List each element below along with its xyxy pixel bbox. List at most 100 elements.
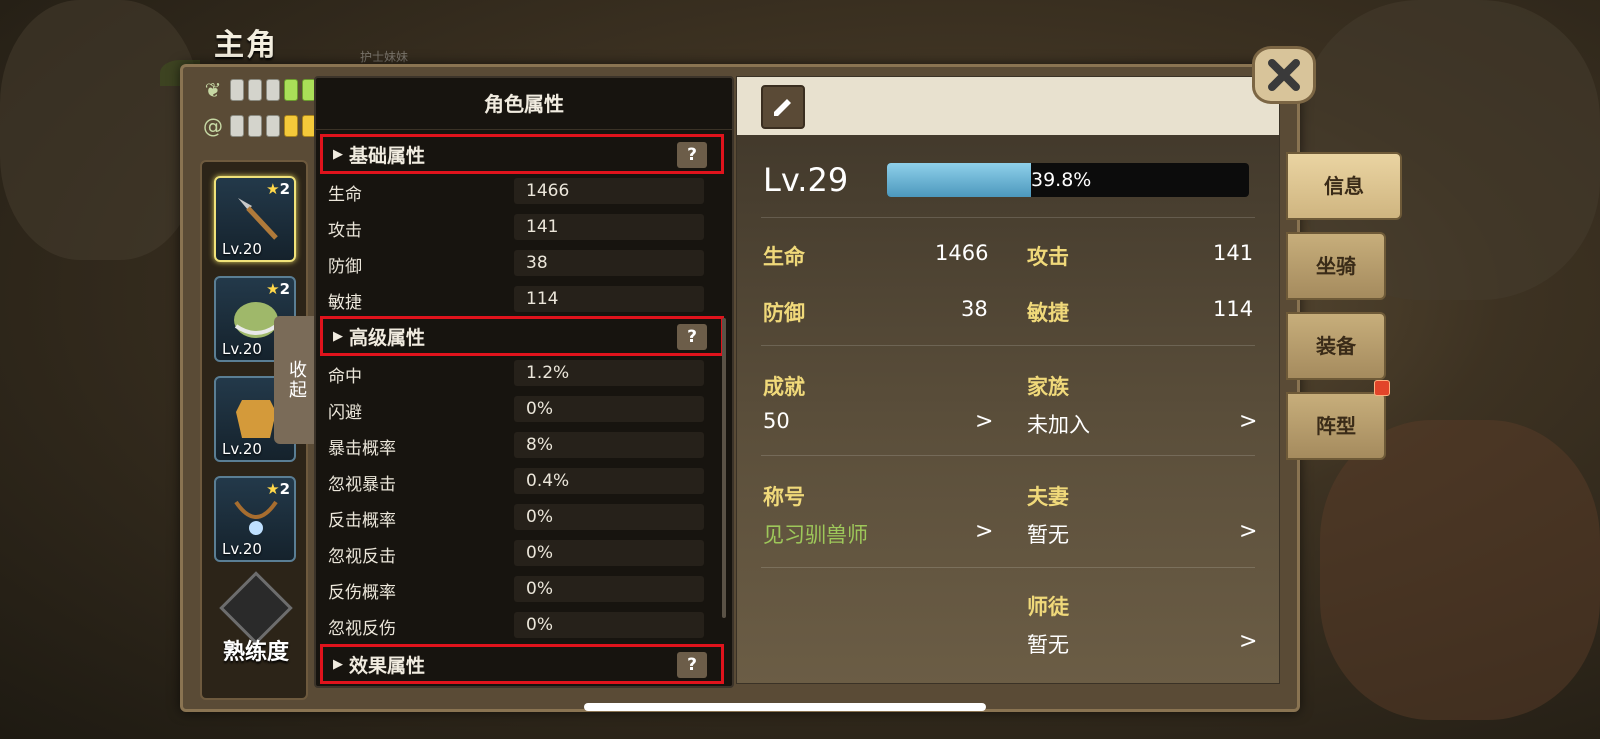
- clan-value[interactable]: 未加入: [1027, 409, 1090, 439]
- stamina-bar: ❦: [200, 78, 316, 102]
- xp-progress-bar: 39.8%: [887, 163, 1249, 197]
- section-basic-attributes[interactable]: ▶ 基础属性 ?: [320, 134, 724, 174]
- spouse-label: 夫妻: [1027, 485, 1069, 509]
- chevron-right-icon[interactable]: >: [1239, 629, 1257, 654]
- collapse-label: 收起: [286, 360, 307, 400]
- resource-bars: ❦ @: [200, 78, 316, 150]
- attribute-panel-title: 角色属性: [316, 78, 732, 130]
- mastery-label: 熟练度: [222, 640, 289, 665]
- hp-value: 1466: [935, 241, 989, 265]
- character-info-panel: Lv.29 39.8% 生命 1466 攻击 141 防御 38 敏捷 114 …: [736, 76, 1280, 684]
- chevron-right-icon[interactable]: >: [975, 409, 993, 434]
- xp-percent: 39.8%: [1031, 169, 1092, 191]
- triangle-right-icon: ▶: [333, 656, 343, 672]
- attr-row: 敏捷 114: [316, 282, 716, 318]
- page-title: 主角: [214, 28, 278, 63]
- hp-label: 生命: [763, 245, 805, 269]
- chevron-right-icon[interactable]: >: [975, 519, 993, 544]
- equipment-level: Lv.20: [222, 440, 262, 458]
- tab-formation[interactable]: 阵型: [1286, 392, 1386, 460]
- agility-label: 敏捷: [1027, 301, 1069, 325]
- attr-row: 防御 38: [316, 246, 716, 282]
- agility-value: 114: [1213, 297, 1254, 321]
- bar-segment: [284, 79, 298, 101]
- star-rating: ★2: [266, 480, 290, 498]
- necklace-icon: [234, 500, 278, 535]
- bar-segment: [266, 115, 280, 137]
- equipment-level: Lv.20: [222, 340, 262, 358]
- attr-row: 命中 1.2%: [316, 356, 716, 392]
- help-button[interactable]: ?: [677, 324, 707, 350]
- tab-info[interactable]: 信息: [1286, 152, 1402, 220]
- home-indicator[interactable]: [584, 703, 986, 711]
- section-effect-attributes[interactable]: ▶ 效果属性 ?: [320, 644, 724, 684]
- star-rating: ★2: [266, 180, 290, 198]
- divider: [761, 567, 1255, 568]
- tab-equipment[interactable]: 装备: [1286, 312, 1386, 380]
- divider: [761, 345, 1255, 346]
- section-label: 基础属性: [349, 144, 426, 167]
- attr-row: 反伤概率 0%: [316, 572, 716, 608]
- section-label: 效果属性: [349, 654, 426, 677]
- attr-row: 反击概率 0%: [316, 500, 716, 536]
- equipment-level: Lv.20: [222, 240, 262, 258]
- attr-row: 忽视暴击 0.4%: [316, 464, 716, 500]
- attr-row: 攻击 141: [316, 210, 716, 246]
- defense-label: 防御: [763, 301, 805, 325]
- chevron-right-icon[interactable]: >: [1239, 519, 1257, 544]
- bar-segment: [248, 115, 262, 137]
- section-label: 高级属性: [349, 326, 426, 349]
- attack-label: 攻击: [1027, 245, 1069, 269]
- attr-row: 暴击概率 8%: [316, 428, 716, 464]
- background-rock: [1320, 420, 1600, 720]
- spear-icon: [238, 198, 278, 240]
- close-icon: [1268, 59, 1300, 91]
- attr-row: 生命 1466: [316, 174, 716, 210]
- notification-badge: [1374, 380, 1390, 396]
- swirl-icon: @: [203, 114, 223, 138]
- close-button[interactable]: [1252, 46, 1316, 104]
- scrollbar[interactable]: [722, 318, 726, 618]
- help-button[interactable]: ?: [677, 142, 707, 168]
- equipment-level: Lv.20: [222, 540, 262, 558]
- attr-row: 忽视反击 0%: [316, 536, 716, 572]
- star-rating: ★2: [266, 280, 290, 298]
- xp-progress-fill: [887, 163, 1032, 197]
- mentor-value[interactable]: 暂无: [1027, 629, 1069, 659]
- section-advanced-attributes[interactable]: ▶ 高级属性 ?: [320, 316, 724, 356]
- background-rock: [0, 0, 200, 260]
- bar-segment: [266, 79, 280, 101]
- help-button[interactable]: ?: [677, 652, 707, 678]
- clan-label: 家族: [1027, 375, 1069, 399]
- edit-button[interactable]: [761, 85, 805, 129]
- divider: [761, 217, 1255, 218]
- divider: [761, 455, 1255, 456]
- attr-row: 闪避 0%: [316, 392, 716, 428]
- leaf-icon: ❦: [204, 78, 222, 102]
- attr-row: 忽视反伤 0%: [316, 608, 716, 644]
- collapse-button[interactable]: 收起: [274, 316, 318, 444]
- chevron-right-icon[interactable]: >: [1239, 409, 1257, 434]
- achievement-value[interactable]: 50: [763, 409, 790, 433]
- bar-segment: [230, 79, 244, 101]
- spouse-value[interactable]: 暂无: [1027, 519, 1069, 549]
- title-value[interactable]: 见习驯兽师: [763, 519, 868, 549]
- bar-segment: [284, 115, 298, 137]
- equipment-slot-necklace[interactable]: ★2 Lv.20: [214, 476, 296, 562]
- pencil-icon: [774, 99, 791, 116]
- achievement-label: 成就: [763, 375, 805, 399]
- mastery-button[interactable]: 熟练度: [210, 571, 302, 682]
- character-level: Lv.29: [763, 161, 849, 199]
- bar-segment: [230, 115, 244, 137]
- attribute-panel: 角色属性 ▶ 基础属性 ? 生命 1466 攻击 141 防御 38 敏捷 114 ▶ …: [314, 76, 734, 688]
- spirit-bar: @: [200, 114, 316, 138]
- defense-value: 38: [961, 297, 988, 321]
- mentor-label: 师徒: [1027, 595, 1069, 619]
- bar-segment: [248, 79, 262, 101]
- attack-value: 141: [1213, 241, 1254, 265]
- character-name-watermark: 护士妹妹: [360, 50, 409, 64]
- equipment-slot-weapon[interactable]: ★2 Lv.20: [214, 176, 296, 262]
- title-label: 称号: [763, 485, 805, 509]
- tab-mount[interactable]: 坐骑: [1286, 232, 1386, 300]
- triangle-right-icon: ▶: [333, 328, 343, 344]
